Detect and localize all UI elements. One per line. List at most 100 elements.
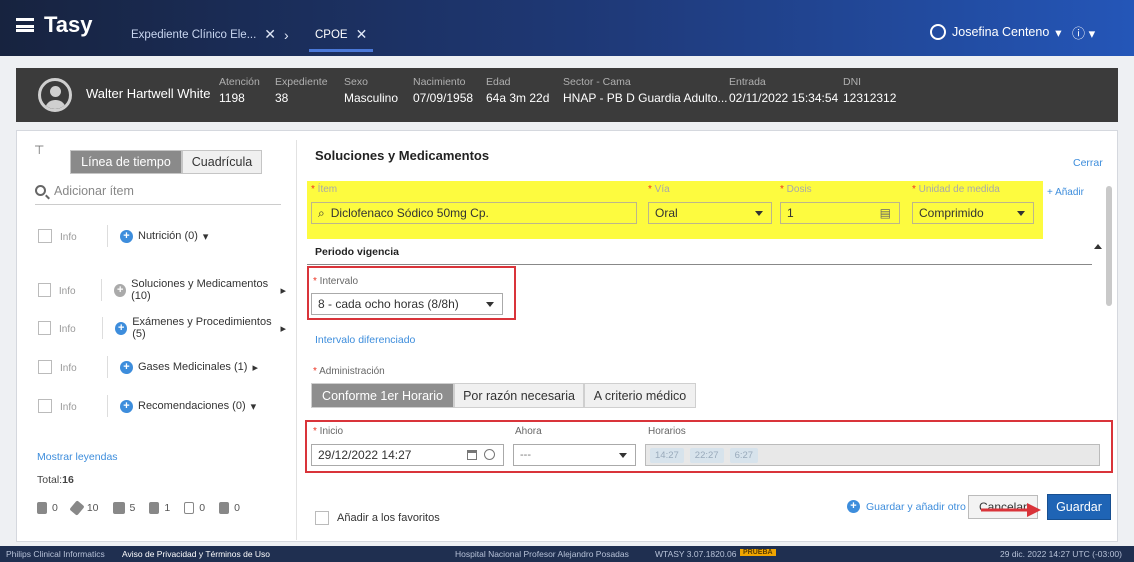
item-label: * Ítem (311, 184, 338, 195)
patient-name: Walter Hartwell White (86, 86, 211, 101)
intervalo-diferenciado-link[interactable]: Intervalo diferenciado (315, 334, 415, 346)
category-label: Soluciones y Medicamentos (10) (131, 278, 269, 302)
close-link[interactable]: Cerrar (1073, 157, 1103, 169)
periodo-vigencia-label[interactable]: Periodo vigencia (315, 246, 399, 258)
environment-badge: PRUEBA (740, 549, 776, 556)
clock-icon[interactable] (484, 449, 495, 460)
footer-company: Philips Clinical Informatics (6, 549, 105, 559)
close-icon[interactable]: ✕ (356, 26, 368, 43)
chevron-right-icon[interactable]: ▸ (252, 361, 258, 374)
calendar-icon[interactable] (467, 450, 477, 460)
menu-icon[interactable] (16, 18, 34, 32)
scrollbar[interactable] (1106, 186, 1112, 306)
show-legends-link[interactable]: Mostrar leyendas (37, 451, 118, 463)
tab-expediente[interactable]: Expediente Clínico Ele... ✕ › (131, 26, 289, 43)
add-icon[interactable]: + (120, 360, 133, 374)
intervalo-select[interactable]: 8 - cada ocho horas (8/8h) (311, 293, 503, 315)
horarios-label: Horarios (648, 426, 686, 437)
admin-option-criterio[interactable]: A criterio médico (584, 383, 696, 408)
user-menu[interactable]: Josefina Centeno ▾ (930, 24, 1062, 40)
category-nutricion[interactable]: Info + Nutrición (0) ▾ (38, 224, 286, 248)
calculator-icon[interactable]: ▤ (880, 206, 891, 220)
category-label: Gases Medicinales (1) (138, 361, 248, 373)
guardar-y-anadir-otro-link[interactable]: + Guardar y añadir otro (847, 500, 966, 513)
info-menu[interactable]: ⓘ ▾ (1072, 23, 1095, 42)
tab-label: CPOE (315, 28, 348, 41)
search-input[interactable]: Adicionar ítem (35, 177, 281, 205)
chevron-right-icon[interactable]: ▸ (280, 284, 286, 297)
administracion-label: * Administración (313, 366, 385, 377)
horario-chip: 14:27 (650, 447, 684, 463)
tab-cpoe[interactable]: CPOE ✕ (308, 26, 374, 52)
horario-chip: 22:27 (689, 447, 724, 463)
gas-icon: 1 (149, 502, 170, 514)
category-checkbox[interactable] (38, 283, 51, 297)
tab-label: Expediente Clínico Ele... (131, 28, 257, 41)
category-label: Exámenes y Procedimientos (5) (132, 316, 272, 340)
item-input[interactable]: ⌕ Diclofenaco Sódico 50mg Cp. (311, 202, 637, 224)
category-soluciones[interactable]: Info + Soluciones y Medicamentos (10) ▸ (38, 278, 286, 302)
tab-cuadricula[interactable]: Cuadrícula (182, 150, 262, 174)
panel-divider (296, 140, 297, 540)
chevron-right-icon: › (284, 26, 289, 43)
chevron-down-icon (755, 211, 763, 216)
category-checkbox[interactable] (38, 399, 52, 413)
category-checkbox[interactable] (38, 321, 52, 335)
category-recomendaciones[interactable]: Info + Recomendaciones (0) ▾ (38, 394, 286, 418)
add-icon[interactable]: + (115, 321, 128, 335)
patient-avatar-icon (38, 78, 72, 112)
collapse-icon[interactable] (1094, 244, 1102, 249)
user-avatar-icon (930, 24, 946, 40)
field-expediente: Expediente 38 (275, 76, 328, 105)
favoritos-checkbox[interactable]: Añadir a los favoritos (315, 511, 440, 525)
filter-icon[interactable]: ⊤ (34, 143, 44, 157)
info-icon: ⓘ (1072, 26, 1086, 41)
category-examenes[interactable]: Info + Exámenes y Procedimientos (5) ▸ (38, 316, 286, 340)
via-select[interactable]: Oral (648, 202, 772, 224)
info-label: Info (60, 356, 108, 378)
chevron-right-icon[interactable]: ▸ (280, 322, 286, 335)
unidad-select[interactable]: Comprimido (912, 202, 1034, 224)
add-icon[interactable]: + (114, 283, 127, 297)
field-entrada: Entrada 02/11/2022 15:34:54 (729, 76, 839, 105)
search-placeholder: Adicionar ítem (54, 183, 134, 198)
category-label: Nutrición (0) (138, 230, 198, 242)
field-sector-cama: Sector - Cama HNAP - PB D Guardia Adulto.… (563, 76, 728, 105)
dosis-input[interactable]: 1 ▤ (780, 202, 900, 224)
add-link[interactable]: + Añadir (1047, 187, 1084, 198)
footer-datetime: 29 dic. 2022 14:27 UTC (-03:00) (1000, 549, 1122, 559)
checkbox[interactable] (315, 511, 329, 525)
footer-version: WTASY 3.07.1820.06 (655, 549, 737, 559)
unidad-label: * Unidad de medida (912, 184, 1000, 195)
chevron-down-icon[interactable]: ▾ (203, 230, 209, 243)
chevron-down-icon: ▾ (1088, 26, 1096, 41)
chevron-down-icon (486, 302, 494, 307)
category-gases[interactable]: Info + Gases Medicinales (1) ▸ (38, 355, 286, 379)
field-edad: Edad 64a 3m 22d (486, 76, 550, 105)
horarios-field: 14:27 22:27 6:27 (645, 444, 1100, 466)
inicio-input[interactable]: 29/12/2022 14:27 (311, 444, 504, 466)
category-checkbox[interactable] (38, 360, 52, 374)
chevron-down-icon: ▾ (1055, 25, 1062, 40)
tab-linea-de-tiempo[interactable]: Línea de tiempo (70, 150, 182, 174)
category-checkbox[interactable] (38, 229, 52, 243)
add-icon[interactable]: + (120, 229, 133, 243)
ahora-select[interactable]: --- (513, 444, 636, 466)
horario-chip: 6:27 (729, 447, 759, 463)
section-divider (307, 264, 1092, 265)
add-icon[interactable]: + (120, 399, 133, 413)
close-icon[interactable]: ✕ (264, 26, 276, 43)
app-name: Tasy (44, 12, 93, 37)
app-brand[interactable]: Tasy (16, 12, 93, 38)
info-label: Info (59, 279, 103, 301)
intervalo-label: * Intervalo (313, 276, 359, 287)
section-title: Soluciones y Medicamentos (315, 148, 490, 163)
chevron-down-icon[interactable]: ▾ (251, 400, 257, 413)
privacy-link[interactable]: Aviso de Privacidad y Términos de Uso (122, 549, 270, 559)
admin-option-razon[interactable]: Por razón necesaria (454, 383, 584, 408)
field-nacimiento: Nacimiento 07/09/1958 (413, 76, 474, 105)
admin-option-conforme[interactable]: Conforme 1er Horario (311, 383, 454, 408)
ahora-label: Ahora (515, 426, 542, 437)
user-name: Josefina Centeno (952, 25, 1050, 39)
save-button[interactable]: Guardar (1047, 494, 1111, 520)
